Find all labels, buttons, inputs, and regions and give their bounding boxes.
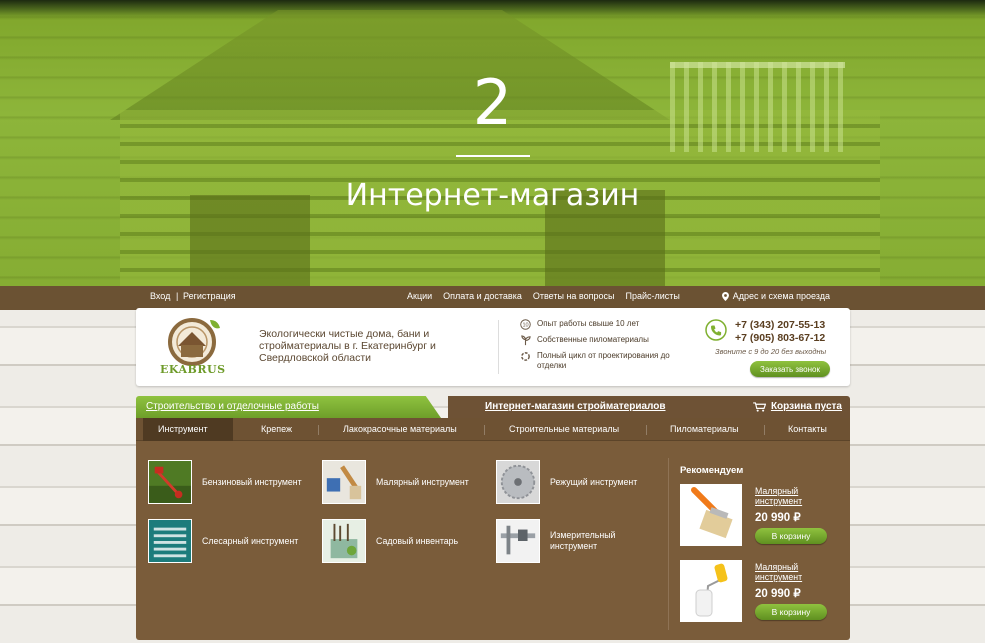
ten-badge-icon: 10 [520,319,531,330]
garden-tools-icon [322,519,366,563]
logo-text: EKABRUS [160,363,226,376]
catnav-divider [484,425,485,435]
recommended-item-name[interactable]: Малярный инструмент [755,562,825,582]
top-navigation: Акции Оплата и доставка Ответы на вопрос… [407,291,680,301]
header-divider [498,320,499,374]
features-list: 10 Опыт работы свыше 10 лет Собственные … [520,319,675,376]
category-measuring-tools[interactable]: Измерительный инструмент [496,519,630,563]
trimmer-icon [148,460,192,504]
add-to-cart-button[interactable]: В корзину [755,604,827,620]
recommended-item-price: 20 990 ₽ [755,588,801,600]
catnav-contacts[interactable]: Контакты [788,424,827,434]
sprout-icon [521,335,531,346]
login-link[interactable]: Вход [150,291,170,301]
catnav-divider [646,425,647,435]
catnav-tools[interactable]: Инструмент [158,424,208,434]
phone-icon [705,319,727,341]
company-tagline: Экологически чистые дома, бани и стройма… [259,328,436,364]
address-label: Адрес и схема проезда [732,291,830,301]
category-garden-tools[interactable]: Садовый инвентарь [322,519,458,563]
login-separator: | [176,291,179,301]
catnav-lumber[interactable]: Пиломатериалы [670,424,739,434]
cart-link[interactable]: Корзина пуста [753,401,842,412]
category-petrol-tools[interactable]: Бензиновый инструмент [148,460,302,504]
store-panel: Инструмент Крепеж Лакокрасочные материал… [136,418,850,640]
catnav-building-materials[interactable]: Строительные материалы [509,424,619,434]
category-label: Бензиновый инструмент [202,476,302,487]
recommended-item-name[interactable]: Малярный инструмент [755,486,825,506]
feature-text: Полный цикл от проектирования до отделки [537,351,670,370]
roller-product-icon[interactable] [680,560,742,622]
recommended-divider [668,458,669,630]
category-label: Измерительный инструмент [550,530,616,551]
phone-number-1[interactable]: +7 (343) 207-55-13 [735,319,825,331]
category-label: Малярный инструмент [376,476,469,487]
cart-label: Корзина пуста [770,401,842,412]
category-label: Режущий инструмент [550,476,638,487]
catnav-divider [318,425,319,435]
shopping-cart-icon [753,401,766,412]
call-hours-note: Звоните с 9 до 20 без выходны [715,347,827,356]
tab-construction[interactable]: Строительство и отделочные работы [136,396,441,418]
recommended-title: Рекомендуем [680,465,744,476]
feature-item: Собственные пиломатериалы [520,335,675,346]
feature-item: Полный цикл от проектирования до отделки [520,351,675,371]
register-link[interactable]: Регистрация [183,291,236,301]
tab-store-label[interactable]: Интернет-магазин стройматериалов [485,401,666,412]
svg-text:10: 10 [522,323,528,329]
category-nav: Инструмент Крепеж Лакокрасочные материал… [136,418,850,441]
hero-divider [456,155,530,157]
cycle-icon [521,352,530,361]
address-link[interactable]: Адрес и схема проезда [721,291,830,301]
tab-store: Интернет-магазин стройматериалов Корзина… [448,396,850,418]
caliper-icon [496,519,540,563]
brush-product-icon[interactable] [680,484,742,546]
map-pin-icon [721,291,729,301]
category-locksmith-tools[interactable]: Слесарный инструмент [148,519,298,563]
phone-number-2[interactable]: +7 (905) 803-67-12 [735,332,825,344]
topbar: Вход | Регистрация Акции Оплата и достав… [136,286,850,308]
hero-number: 2 [472,66,513,139]
paint-brush-icon [322,460,366,504]
request-callback-button[interactable]: Заказать звонок [750,361,830,377]
feature-text: Собственные пиломатериалы [537,335,649,344]
saw-blade-icon [496,460,540,504]
nav-faq[interactable]: Ответы на вопросы [533,291,615,301]
catnav-fasteners[interactable]: Крепеж [261,424,292,434]
feature-text: Опыт работы свыше 10 лет [537,319,640,328]
tab-construction-label: Строительство и отделочные работы [146,401,319,412]
hero-title: Интернет-магазин [345,178,640,213]
section-tabs: Строительство и отделочные работы Интерн… [136,396,850,418]
nav-price-lists[interactable]: Прайс-листы [625,291,679,301]
toolset-icon [148,519,192,563]
nav-payment-delivery[interactable]: Оплата и доставка [443,291,522,301]
feature-item: 10 Опыт работы свыше 10 лет [520,319,675,330]
hero-banner: 2 Интернет-магазин [0,0,985,286]
site-header: EKABRUS Экологически чистые дома, бани и… [136,308,850,386]
add-to-cart-button[interactable]: В корзину [755,528,827,544]
category-label: Садовый инвентарь [376,535,459,546]
category-paint-tools[interactable]: Малярный инструмент [322,460,469,504]
category-cutting-tools[interactable]: Режущий инструмент [496,460,637,504]
catnav-divider [764,425,765,435]
category-label: Слесарный инструмент [202,535,299,546]
nav-promotions[interactable]: Акции [407,291,432,301]
recommended-item-price: 20 990 ₽ [755,512,801,524]
catnav-paints[interactable]: Лакокрасочные материалы [343,424,457,434]
